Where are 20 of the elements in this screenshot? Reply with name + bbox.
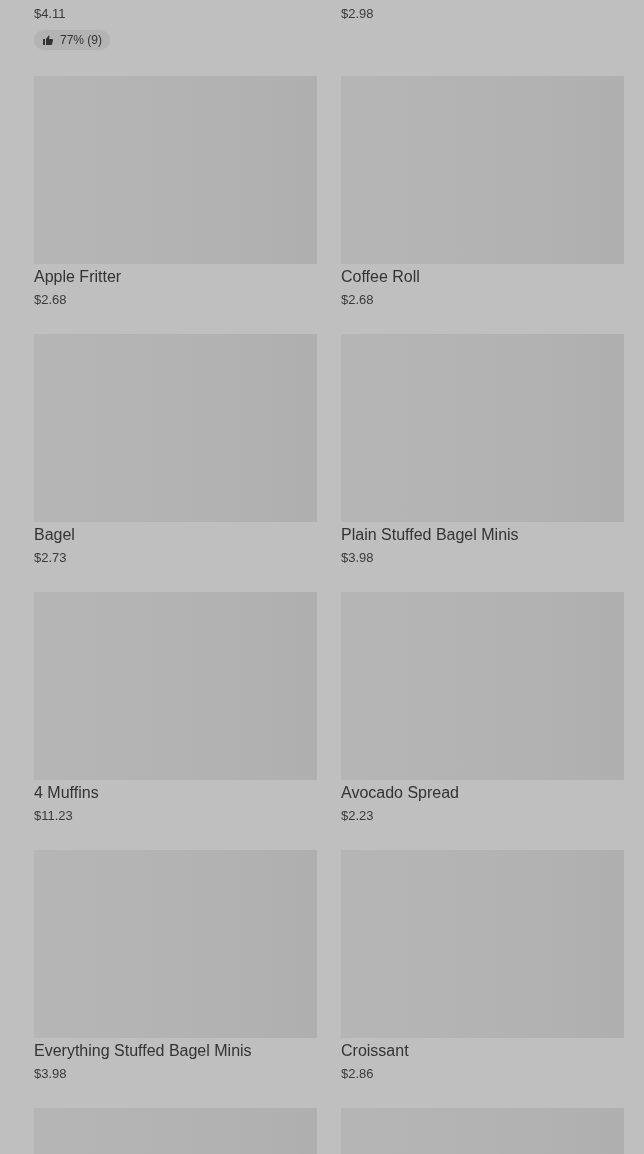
item-price: $4.11 (34, 5, 67, 23)
item-price: $3.98 (34, 1065, 68, 1083)
item-price: $2.68 (34, 291, 68, 309)
item-price: $2.86 (341, 1065, 375, 1083)
item-name: Plain Stuffed Bagel Minis (341, 525, 520, 545)
rating-text: 77% (9) (60, 32, 103, 49)
item-price: $3.98 (341, 549, 375, 567)
item-name: Everything Stuffed Bagel Minis (34, 1041, 253, 1061)
item-name: Coffee Roll (341, 267, 421, 287)
item-name: Avocado Spread (341, 783, 460, 803)
item-name: Bagel (34, 525, 76, 545)
item-name: 4 Muffins (34, 783, 100, 803)
item-name: Apple Fritter (34, 267, 123, 287)
item-price: $11.23 (34, 807, 74, 825)
item-name: Croissant (341, 1041, 410, 1061)
item-price: $2.98 (341, 5, 375, 23)
thumbs-up-icon (42, 34, 54, 46)
item-price: $2.23 (341, 807, 375, 825)
item-price: $2.73 (34, 549, 68, 567)
item-price: $2.68 (341, 291, 375, 309)
